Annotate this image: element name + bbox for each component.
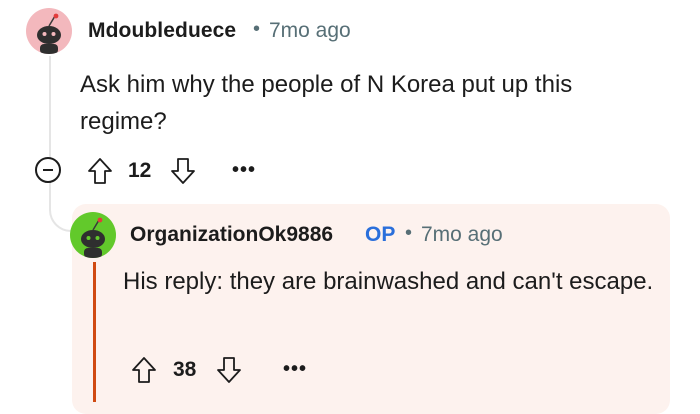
upvote-icon[interactable] <box>131 356 157 384</box>
thread-line <box>49 56 51 158</box>
vote-score: 12 <box>128 159 152 182</box>
meta-separator: • <box>405 222 413 244</box>
snoo-avatar-icon <box>37 13 61 54</box>
comment-body: Ask him why the people of N Korea put up… <box>80 71 573 135</box>
comment-timestamp: 7mo ago <box>269 19 351 42</box>
snoo-avatar-icon <box>81 217 105 258</box>
reply-thread-line <box>93 262 96 402</box>
vote-score: 38 <box>173 358 197 381</box>
comment-timestamp: 7mo ago <box>421 223 503 246</box>
comment-author[interactable]: OrganizationOk9886 <box>130 223 333 247</box>
more-options-button[interactable]: ••• <box>283 358 307 381</box>
comment-author[interactable]: Mdoubleduece <box>88 19 236 43</box>
meta-separator: • <box>253 18 261 40</box>
upvote-icon[interactable] <box>87 157 113 185</box>
comment-body: His reply: they are brainwashed and can'… <box>123 268 654 295</box>
downvote-icon[interactable] <box>216 356 242 384</box>
avatar[interactable] <box>70 212 116 258</box>
op-badge: OP <box>365 223 396 246</box>
more-options-button[interactable]: ••• <box>232 159 256 182</box>
avatar[interactable] <box>26 8 72 54</box>
downvote-icon[interactable] <box>170 157 196 185</box>
collapse-thread-button[interactable] <box>35 157 61 183</box>
